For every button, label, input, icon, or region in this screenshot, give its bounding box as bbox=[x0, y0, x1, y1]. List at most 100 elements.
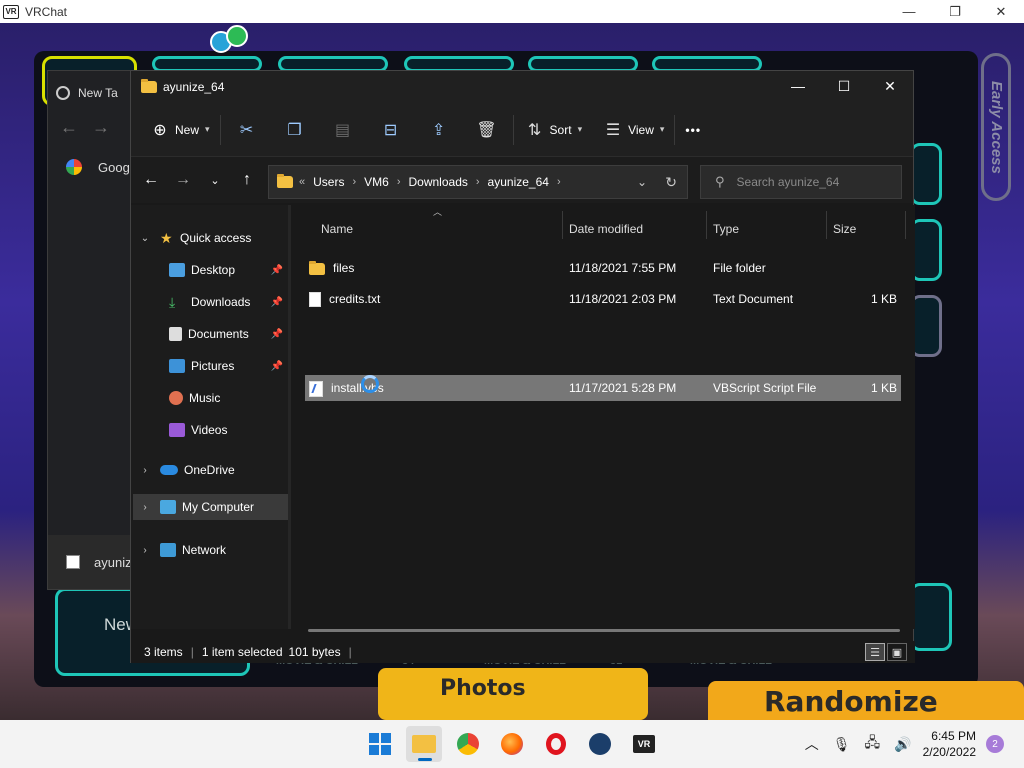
clock[interactable]: 6:45 PM 2/20/2022 bbox=[923, 728, 976, 760]
nav-item-network[interactable]: › Network bbox=[131, 537, 287, 563]
chevron-right-icon: › bbox=[143, 544, 147, 556]
back-arrow-icon[interactable]: ← bbox=[135, 171, 167, 189]
volume-icon[interactable]: 🔊 bbox=[894, 736, 911, 753]
file-row-selected[interactable]: install.vbs 11/17/2021 5:28 PM VBScript … bbox=[305, 375, 901, 401]
horizontal-scrollbar[interactable] bbox=[308, 629, 900, 632]
menu-tile[interactable] bbox=[910, 143, 942, 205]
pin-icon[interactable]: 📌 bbox=[271, 297, 283, 308]
early-access-badge: Early Access bbox=[981, 53, 1011, 201]
column-divider[interactable] bbox=[706, 211, 707, 239]
nav-item-downloads[interactable]: ⤓ Downloads 📌 bbox=[131, 289, 287, 315]
taskbar-vrchat[interactable]: VR bbox=[626, 726, 662, 762]
explorer-titlebar[interactable]: ayunize_64 — ☐ ✕ bbox=[131, 71, 913, 103]
chevron-down-icon: ▾ bbox=[659, 124, 665, 134]
column-header-type[interactable]: Type bbox=[713, 215, 739, 243]
status-divider: | bbox=[348, 645, 352, 659]
breadcrumb-vm6[interactable]: VM6 bbox=[364, 175, 389, 189]
randomize-sign[interactable]: Randomize bbox=[708, 681, 1024, 720]
address-dropdown-icon[interactable]: ⌄ bbox=[637, 175, 647, 189]
chrome-window[interactable]: New Ta ←→ Goog ayuniz bbox=[47, 70, 138, 590]
tiles-view-icon[interactable]: ▣ bbox=[887, 643, 907, 661]
explorer-maximize-button[interactable]: ☐ bbox=[821, 71, 867, 103]
taskbar-chrome[interactable] bbox=[450, 726, 486, 762]
notification-badge[interactable]: 2 bbox=[986, 735, 1004, 753]
column-divider[interactable] bbox=[826, 211, 827, 239]
up-arrow-icon[interactable]: ↑ bbox=[231, 171, 263, 189]
nav-item-documents[interactable]: Documents 📌 bbox=[131, 321, 287, 347]
column-header-size[interactable]: Size bbox=[833, 215, 856, 243]
nav-label: My Computer bbox=[182, 500, 255, 514]
search-icon: ⚲ bbox=[715, 174, 725, 189]
file-explorer-window[interactable]: ayunize_64 — ☐ ✕ ⊕ New ▾ ✂ ❐ ▤ ⊟ ⇪ 🗑 ⇅ S… bbox=[130, 70, 915, 663]
rename-icon[interactable]: ⊟ bbox=[375, 114, 407, 146]
nav-item-desktop[interactable]: Desktop 📌 bbox=[131, 257, 287, 283]
vrchat-maximize-button[interactable]: ❐ bbox=[932, 0, 978, 23]
view-button[interactable]: ☰ View ▾ bbox=[602, 114, 665, 146]
refresh-icon[interactable]: ↻ bbox=[665, 174, 677, 191]
column-header-date[interactable]: Date modified bbox=[569, 215, 643, 243]
nav-item-music[interactable]: Music bbox=[131, 385, 287, 411]
firefox-icon bbox=[501, 733, 523, 755]
taskbar-opera[interactable] bbox=[538, 726, 574, 762]
more-options-button[interactable]: ••• bbox=[685, 123, 701, 137]
chrome-tab-label: New Ta bbox=[78, 86, 118, 100]
pin-icon[interactable]: 📌 bbox=[271, 329, 283, 340]
pin-icon[interactable]: 📌 bbox=[271, 265, 283, 276]
chevron-right-icon[interactable]: › bbox=[476, 176, 480, 188]
copy-icon[interactable]: ❐ bbox=[279, 114, 311, 146]
details-view-icon[interactable]: ☰ bbox=[865, 643, 885, 661]
column-header-name[interactable]: Name bbox=[321, 215, 353, 243]
chrome-download-item[interactable]: ayuniz bbox=[48, 535, 138, 589]
breadcrumb-users[interactable]: Users bbox=[313, 175, 344, 189]
explorer-minimize-button[interactable]: — bbox=[775, 71, 821, 103]
recent-locations-chevron-icon[interactable]: ⌄ bbox=[199, 174, 231, 187]
file-row[interactable]: credits.txt 11/18/2021 2:03 PM Text Docu… bbox=[305, 286, 901, 312]
chevron-up-icon[interactable]: ︿ bbox=[805, 734, 819, 754]
chrome-tab[interactable]: New Ta bbox=[56, 79, 136, 107]
explorer-close-button[interactable]: ✕ bbox=[867, 71, 913, 103]
column-divider[interactable] bbox=[905, 211, 906, 239]
taskbar-firefox[interactable] bbox=[494, 726, 530, 762]
pictures-icon bbox=[169, 359, 185, 373]
nav-item-onedrive[interactable]: › OneDrive bbox=[131, 457, 287, 483]
breadcrumb-downloads[interactable]: Downloads bbox=[409, 175, 468, 189]
breadcrumb-ayunize[interactable]: ayunize_64 bbox=[488, 175, 549, 189]
vrchat-minimize-button[interactable]: — bbox=[886, 0, 932, 23]
chevron-right-icon[interactable]: › bbox=[397, 176, 401, 188]
search-placeholder: Search ayunize_64 bbox=[736, 175, 840, 189]
address-overflow[interactable]: « bbox=[299, 176, 305, 188]
sort-button[interactable]: ⇅ Sort ▾ bbox=[524, 114, 582, 146]
network-status-icon[interactable]: 🖧 bbox=[865, 732, 881, 756]
vrchat-close-button[interactable]: ✕ bbox=[978, 0, 1024, 23]
chevron-right-icon[interactable]: › bbox=[557, 176, 561, 188]
nav-item-my-computer[interactable]: › My Computer bbox=[133, 494, 289, 520]
microphone-icon[interactable]: 🎙 bbox=[833, 736, 851, 753]
chrome-nav-buttons[interactable]: ←→ bbox=[60, 117, 124, 138]
delete-icon[interactable]: 🗑 bbox=[471, 114, 503, 146]
file-row[interactable]: files 11/18/2021 7:55 PM File folder bbox=[305, 255, 901, 281]
share-icon[interactable]: ⇪ bbox=[423, 114, 455, 146]
paste-icon[interactable]: ▤ bbox=[327, 114, 359, 146]
start-button[interactable] bbox=[362, 726, 398, 762]
taskbar-file-explorer[interactable] bbox=[406, 726, 442, 762]
new-button[interactable]: ⊕ New ▾ bbox=[149, 114, 210, 146]
nav-item-videos[interactable]: Videos bbox=[131, 417, 287, 443]
photos-sign[interactable]: Photos bbox=[378, 668, 648, 720]
chrome-bookmark[interactable]: Goog bbox=[66, 159, 130, 175]
search-input[interactable]: ⚲ Search ayunize_64 bbox=[700, 165, 902, 199]
cut-icon[interactable]: ✂ bbox=[231, 114, 263, 146]
chevron-down-icon: ⌄ bbox=[140, 232, 150, 244]
address-bar[interactable]: « Users › VM6 › Downloads › ayunize_64 ›… bbox=[268, 165, 688, 199]
pin-icon[interactable]: 📌 bbox=[271, 361, 283, 372]
view-icon: ☰ bbox=[605, 121, 621, 139]
menu-tile[interactable] bbox=[910, 583, 952, 651]
taskbar-steam[interactable] bbox=[582, 726, 618, 762]
forward-arrow-icon[interactable]: → bbox=[167, 171, 199, 189]
vrchat-window-title: VRChat bbox=[25, 4, 68, 19]
column-divider[interactable] bbox=[562, 211, 563, 239]
nav-item-pictures[interactable]: Pictures 📌 bbox=[131, 353, 287, 379]
chevron-down-icon: ▾ bbox=[205, 124, 210, 134]
vrchat-icon: VR bbox=[633, 735, 655, 753]
nav-item-quick-access[interactable]: ⌄ ★ Quick access bbox=[131, 225, 287, 251]
chevron-right-icon[interactable]: › bbox=[352, 176, 356, 188]
